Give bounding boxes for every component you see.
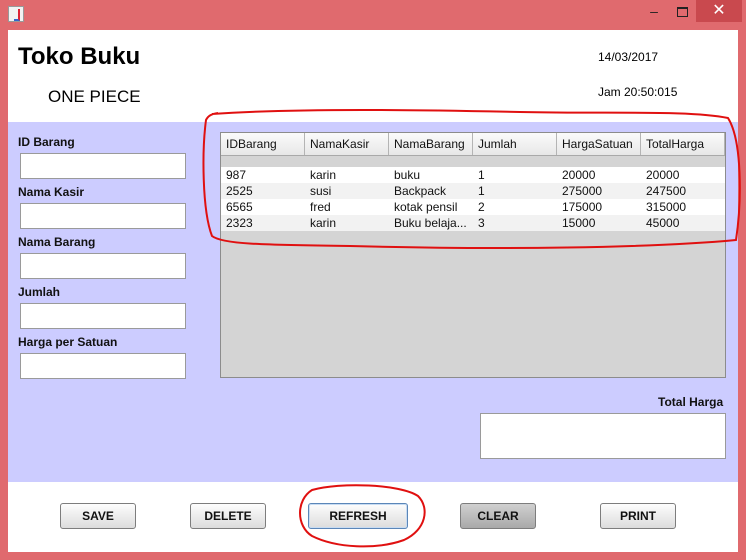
table-cell: 1 bbox=[478, 184, 485, 198]
time-label: Jam 20:50:015 bbox=[598, 85, 678, 99]
total-harga-field[interactable] bbox=[480, 413, 726, 459]
harga-satuan-field[interactable] bbox=[20, 353, 186, 379]
column-header[interactable]: TotalHarga bbox=[641, 133, 725, 155]
total-harga-label: Total Harga bbox=[658, 395, 724, 409]
table-cell: karin bbox=[310, 216, 337, 230]
clear-button[interactable]: CLEAR bbox=[460, 503, 536, 529]
refresh-button[interactable]: REFRESH bbox=[308, 503, 408, 529]
nama-kasir-field[interactable] bbox=[20, 203, 186, 229]
table-row[interactable]: 2525 susi Backpack 1 275000 247500 bbox=[221, 183, 725, 199]
table-cell: 6565 bbox=[226, 200, 253, 214]
nama-barang-label: Nama Barang bbox=[18, 235, 96, 249]
jumlah-label: Jumlah bbox=[18, 285, 61, 299]
page-title: Toko Buku bbox=[18, 43, 141, 70]
header-panel: Toko Buku ONE PIECE 14/03/2017 Jam 20:50… bbox=[8, 30, 738, 122]
table-cell: buku bbox=[394, 168, 421, 182]
maximize-icon bbox=[676, 7, 688, 18]
jumlah-field[interactable] bbox=[20, 303, 186, 329]
minimize-icon: – bbox=[650, 3, 658, 19]
table-row[interactable]: 987 karin buku 1 20000 20000 bbox=[221, 167, 725, 183]
table-cell: fred bbox=[310, 200, 331, 214]
java-cup-icon bbox=[8, 6, 24, 22]
id-barang-field[interactable] bbox=[20, 153, 186, 179]
table-cell: 1 bbox=[478, 168, 485, 182]
column-header[interactable]: NamaBarang bbox=[389, 133, 473, 155]
table-cell: 175000 bbox=[562, 200, 603, 214]
application-window: – ✕ Toko Buku ONE PIECE 14/03/2017 Jam 2… bbox=[0, 0, 746, 560]
table-cell: 2525 bbox=[226, 184, 253, 198]
table-cell: 315000 bbox=[646, 200, 687, 214]
table-cell: Backpack bbox=[394, 184, 447, 198]
table-header: IDBarang NamaKasir NamaBarang Jumlah Har… bbox=[221, 133, 725, 156]
table-cell: 247500 bbox=[646, 184, 687, 198]
save-button[interactable]: SAVE bbox=[60, 503, 136, 529]
nama-barang-field[interactable] bbox=[20, 253, 186, 279]
table-cell: 2 bbox=[478, 200, 485, 214]
column-header[interactable]: Jumlah bbox=[473, 133, 557, 155]
table-cell: karin bbox=[310, 168, 337, 182]
table-cell: 2323 bbox=[226, 216, 253, 230]
close-icon: ✕ bbox=[712, 2, 726, 19]
data-table[interactable]: IDBarang NamaKasir NamaBarang Jumlah Har… bbox=[220, 132, 726, 378]
table-cell: susi bbox=[310, 184, 332, 198]
table-row[interactable]: 6565 fred kotak pensil 2 175000 315000 bbox=[221, 199, 725, 215]
table-cell: 15000 bbox=[562, 216, 596, 230]
table-cell: 3 bbox=[478, 216, 485, 230]
table-cell: 20000 bbox=[646, 168, 680, 182]
table-cell: 45000 bbox=[646, 216, 680, 230]
column-header[interactable]: IDBarang bbox=[221, 133, 305, 155]
table-cell: kotak pensil bbox=[394, 200, 458, 214]
column-header[interactable]: HargaSatuan bbox=[557, 133, 641, 155]
date-label: 14/03/2017 bbox=[598, 50, 659, 64]
delete-button[interactable]: DELETE bbox=[190, 503, 266, 529]
table-cell: Buku belaja... bbox=[394, 216, 467, 230]
id-barang-label: ID Barang bbox=[18, 135, 75, 149]
form-panel: ID Barang Nama Kasir Nama Barang Jumlah … bbox=[8, 122, 738, 482]
table-cell: 275000 bbox=[562, 184, 603, 198]
title-bar[interactable]: – ✕ bbox=[0, 0, 746, 30]
print-button[interactable]: PRINT bbox=[600, 503, 676, 529]
nama-kasir-label: Nama Kasir bbox=[18, 185, 85, 199]
table-cell: 987 bbox=[226, 168, 247, 182]
maximize-button[interactable] bbox=[668, 0, 696, 22]
column-header[interactable]: NamaKasir bbox=[305, 133, 389, 155]
page-subtitle: ONE PIECE bbox=[48, 87, 141, 106]
harga-satuan-label: Harga per Satuan bbox=[18, 335, 118, 349]
table-cell: 20000 bbox=[562, 168, 596, 182]
client-area: Toko Buku ONE PIECE 14/03/2017 Jam 20:50… bbox=[8, 30, 738, 552]
close-button[interactable]: ✕ bbox=[696, 0, 742, 22]
table-row[interactable]: 2323 karin Buku belaja... 3 15000 45000 bbox=[221, 215, 725, 231]
minimize-button[interactable]: – bbox=[640, 0, 668, 22]
